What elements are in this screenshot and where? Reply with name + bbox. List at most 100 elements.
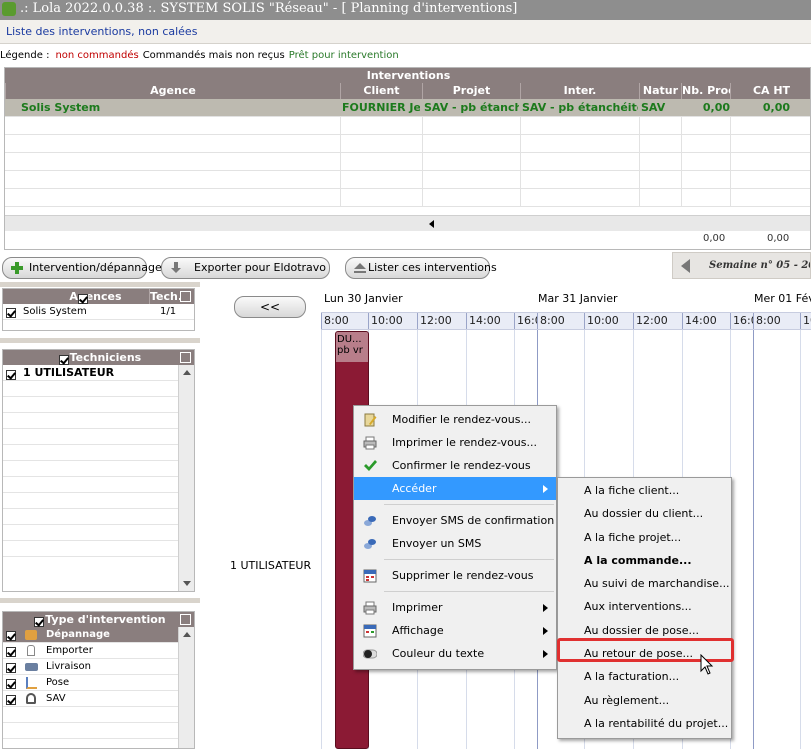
submenu-item-rentabilite[interactable]: A la rentabilité du projet... bbox=[558, 712, 731, 735]
printer-icon bbox=[363, 436, 377, 450]
menu-item-label: Couleur du texte bbox=[392, 647, 485, 660]
list-item[interactable]: Dépannage bbox=[3, 627, 194, 643]
list-item bbox=[3, 429, 194, 445]
list-item bbox=[3, 461, 194, 477]
eject-icon bbox=[354, 263, 366, 273]
vertical-scrollbar[interactable] bbox=[178, 365, 194, 591]
calendar-icon bbox=[363, 624, 377, 638]
select-all-checkbox[interactable] bbox=[58, 355, 69, 365]
download-icon bbox=[171, 262, 181, 273]
hour-scale: 8:00 10:00 12:00 14:00 16:0 8:00 10:00 1… bbox=[321, 312, 811, 330]
interventions-grid: Interventions Agence Client Projet Inter… bbox=[4, 67, 811, 250]
list-item[interactable]: Pose bbox=[3, 675, 194, 691]
trash-icon[interactable] bbox=[180, 352, 191, 363]
menu-item-modifier[interactable]: Modifier le rendez-vous... bbox=[354, 408, 556, 431]
menu-item-label: Supprimer le rendez-vous bbox=[392, 569, 534, 582]
submenu-item-fiche-client[interactable]: A la fiche client... bbox=[558, 479, 731, 502]
scroll-down-icon[interactable] bbox=[183, 581, 191, 586]
table-row[interactable] bbox=[5, 171, 810, 189]
list-subtitle: Liste des interventions, non calées bbox=[0, 20, 811, 44]
submenu-item-fiche-projet[interactable]: A la fiche projet... bbox=[558, 526, 731, 549]
hour-label: 8:00 bbox=[753, 313, 781, 329]
table-row[interactable] bbox=[5, 153, 810, 171]
column-agence[interactable]: Agence bbox=[5, 83, 340, 99]
menu-item-label: Envoyer SMS de confirmation bbox=[392, 514, 555, 527]
menu-item-couleur[interactable]: Couleur du texte bbox=[354, 642, 556, 665]
scroll-up-icon[interactable] bbox=[183, 632, 191, 637]
menu-item-confirmer[interactable]: Confirmer le rendez-vous bbox=[354, 454, 556, 477]
list-item bbox=[3, 509, 194, 525]
intervention-button[interactable]: Intervention/dépannage bbox=[2, 257, 162, 279]
splitter[interactable] bbox=[0, 598, 200, 603]
menu-item-affichage[interactable]: Affichage bbox=[354, 619, 556, 642]
scroll-up-icon[interactable] bbox=[183, 370, 191, 375]
hour-label: 8:00 bbox=[321, 313, 349, 329]
menu-item-sms-confirmation[interactable]: Envoyer SMS de confirmation bbox=[354, 509, 556, 532]
column-inter[interactable]: Inter. bbox=[520, 83, 639, 99]
hour-label: 16:0 bbox=[514, 313, 537, 329]
vertical-scrollbar[interactable] bbox=[178, 627, 194, 748]
app-icon bbox=[2, 2, 16, 16]
table-row[interactable]: Solis System FOURNIER Je SAV - pb étanch… bbox=[5, 99, 810, 117]
submenu-item-reglement[interactable]: Au règlement... bbox=[558, 689, 731, 712]
submenu-arrow-icon bbox=[543, 627, 548, 635]
week-selector[interactable]: Semaine n° 05 - 2023 bbox=[672, 252, 811, 279]
cell-agence: Solis System bbox=[21, 101, 101, 114]
list-item[interactable]: 1 UTILISATEUR bbox=[3, 365, 194, 381]
list-item[interactable]: Solis System 1/1 bbox=[3, 304, 194, 320]
printer-icon bbox=[363, 601, 377, 615]
list-item[interactable]: Emporter bbox=[3, 643, 194, 659]
techniciens-header: Techniciens bbox=[3, 350, 194, 365]
select-all-checkbox[interactable] bbox=[34, 617, 45, 627]
technicien-name: 1 UTILISATEUR bbox=[23, 366, 115, 379]
type-checkbox[interactable] bbox=[6, 631, 16, 641]
submenu-item-interventions[interactable]: Aux interventions... bbox=[558, 595, 731, 618]
trash-icon[interactable] bbox=[180, 291, 191, 302]
menu-item-acceder[interactable]: Accéder bbox=[354, 477, 556, 500]
submenu-item-dossier-client[interactable]: Au dossier du client... bbox=[558, 502, 731, 525]
day-divider bbox=[753, 330, 754, 749]
type-checkbox[interactable] bbox=[6, 679, 16, 689]
previous-period-button[interactable]: << bbox=[234, 296, 306, 318]
table-row[interactable] bbox=[5, 135, 810, 153]
appointment-header: DU... pb vr bbox=[336, 332, 368, 362]
submenu-item-suivi-marchandise[interactable]: Au suivi de marchandise... bbox=[558, 572, 731, 595]
list-item bbox=[3, 397, 194, 413]
previous-week-arrow-icon[interactable] bbox=[681, 259, 690, 273]
list-item[interactable]: SAV bbox=[3, 691, 194, 707]
column-ca-ht[interactable]: CA HT bbox=[730, 83, 810, 99]
agence-checkbox[interactable] bbox=[6, 308, 16, 318]
grid-line bbox=[800, 330, 801, 749]
column-nature[interactable]: Natur bbox=[639, 83, 681, 99]
column-client[interactable]: Client bbox=[340, 83, 422, 99]
submenu-item-commande[interactable]: A la commande... bbox=[558, 549, 731, 572]
scroll-left-arrow-icon[interactable] bbox=[429, 220, 434, 228]
chat-icon bbox=[364, 539, 376, 549]
menu-item-imprimer[interactable]: Imprimer bbox=[354, 596, 556, 619]
column-projet[interactable]: Projet bbox=[422, 83, 520, 99]
splitter[interactable] bbox=[0, 282, 200, 287]
table-row[interactable] bbox=[5, 189, 810, 207]
column-nb-prod[interactable]: Nb. Prod bbox=[681, 83, 730, 99]
list-interventions-button[interactable]: Lister ces interventions bbox=[345, 257, 497, 279]
horizontal-scrollbar[interactable] bbox=[5, 215, 810, 231]
menu-item-imprimer-rdv[interactable]: Imprimer le rendez-vous... bbox=[354, 431, 556, 454]
list-item[interactable]: Livraison bbox=[3, 659, 194, 675]
splitter[interactable] bbox=[0, 338, 200, 343]
table-row[interactable] bbox=[5, 117, 810, 135]
technicien-checkbox[interactable] bbox=[6, 370, 16, 380]
grid-line bbox=[321, 330, 322, 749]
menu-item-sms[interactable]: Envoyer un SMS bbox=[354, 532, 556, 555]
list-item bbox=[3, 445, 194, 461]
menu-item-supprimer[interactable]: Supprimer le rendez-vous bbox=[354, 564, 556, 587]
export-button[interactable]: Exporter pour Eldotravo bbox=[161, 257, 330, 279]
type-checkbox[interactable] bbox=[6, 647, 16, 657]
wrench-icon bbox=[25, 630, 37, 640]
type-checkbox[interactable] bbox=[6, 663, 16, 673]
select-all-checkbox[interactable] bbox=[78, 294, 89, 304]
trash-icon[interactable] bbox=[180, 614, 191, 625]
type-checkbox[interactable] bbox=[6, 695, 16, 705]
week-label: Semaine n° 05 - 2023 bbox=[709, 260, 810, 271]
cell-client: FOURNIER Je bbox=[342, 101, 420, 114]
tech-column-header[interactable]: Tech. bbox=[149, 289, 182, 304]
